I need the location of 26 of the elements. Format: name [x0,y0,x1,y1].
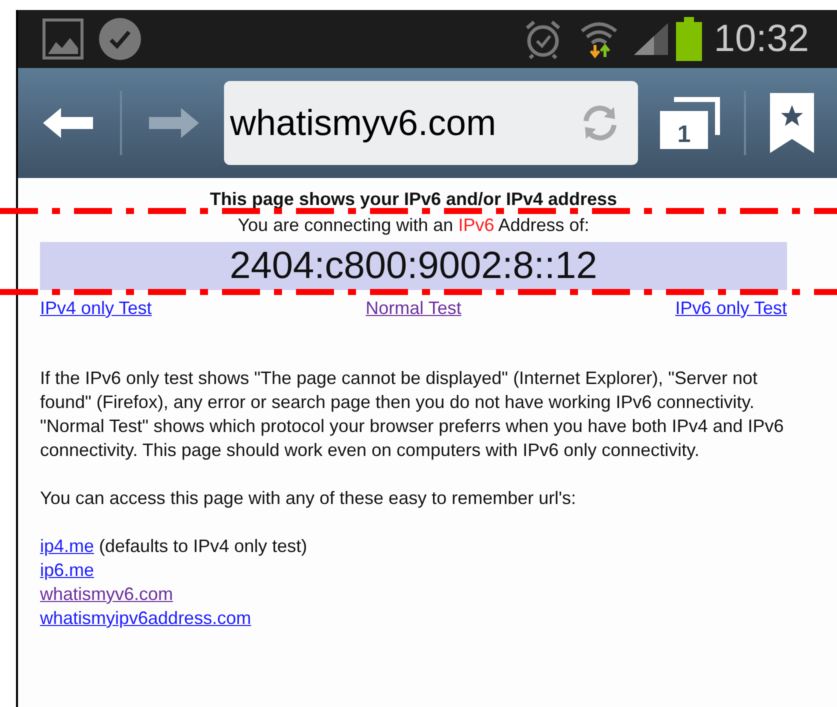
bookmark-button[interactable] [770,93,814,153]
alarm-clock-icon [524,19,562,59]
url-text: whatismyv6.com [230,101,498,145]
test-link[interactable]: IPv4 only Test [40,296,152,320]
connection-text: You are connecting with an IPv6 Address of: [236,214,590,236]
url-field[interactable]: whatismyv6.com [224,81,638,165]
url-link[interactable]: ip4.me [40,534,94,558]
address-banner: 2404:c800:9002:8::12 [40,242,787,290]
test-link[interactable]: Normal Test [366,296,462,320]
back-arrow-icon [43,108,93,138]
test-link[interactable]: IPv6 only Test [675,296,787,320]
clock-time: 10:32 [714,20,809,58]
url-link[interactable]: ip6.me [40,558,94,582]
gallery-icon [42,18,84,60]
forward-arrow-icon [149,108,199,138]
body-paragraph: You can access this page with any of these easy to remember url's: [40,487,578,510]
url-link[interactable]: whatismyv6.com [40,582,174,606]
body-paragraph: If the IPv6 only test shows "The page cannot be displayed" (Internet Explorer), "Server not found" (Firefox), any error or search page then you do not have working IPv6 connectivity. "Normal Test" shows which protocol your browser preferrs when you have both IPv4 and IPv6 connectivity. This page should work even on computers with IPv6 only connectivity. [40,367,785,462]
bookmark-icon [770,93,814,153]
signal-icon [632,21,670,57]
check-badge-icon [98,17,142,61]
wifi-icon [580,19,618,59]
url-note: (defaults to IPv4 only test) [99,535,308,558]
url-link[interactable]: whatismyipv6address.com [40,606,252,630]
page-heading: This page shows your IPv6 and/or IPv4 address [208,188,618,210]
battery-icon [676,17,702,61]
